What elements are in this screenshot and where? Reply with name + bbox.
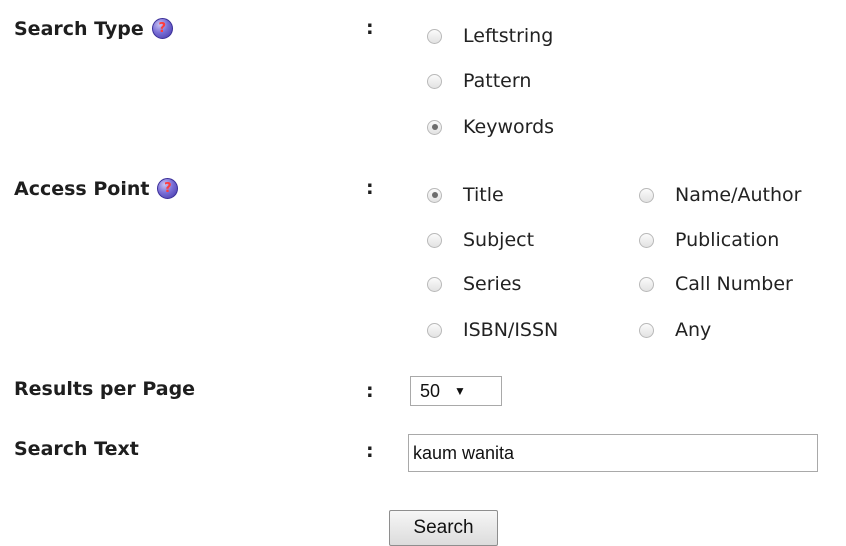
question-icon[interactable]: ? — [157, 178, 179, 199]
results-per-page-select[interactable]: 50 ▼ — [410, 376, 502, 406]
radio-publication-button[interactable] — [639, 232, 654, 248]
results-per-page-colon: : — [366, 380, 374, 402]
search-text-label: Search Text — [14, 438, 139, 460]
radio-keywords-button[interactable] — [427, 119, 442, 135]
radio-call-number-label: Call Number — [675, 273, 793, 295]
radio-title[interactable]: Title — [427, 183, 504, 207]
access-point-colon: : — [366, 177, 374, 199]
radio-call-number-button[interactable] — [639, 276, 654, 292]
radio-name-author[interactable]: Name/Author — [639, 183, 801, 207]
radio-any[interactable]: Any — [639, 318, 711, 342]
access-point-label-text: Access Point — [14, 178, 150, 200]
radio-series-button[interactable] — [427, 276, 442, 292]
search-type-label: Search Type? — [14, 17, 173, 41]
search-text-input[interactable] — [408, 434, 818, 472]
radio-leftstring-button[interactable] — [427, 28, 442, 44]
radio-isbn-issn-label: ISBN/ISSN — [463, 319, 559, 341]
chevron-down-icon: ▼ — [454, 384, 466, 398]
radio-keywords-label: Keywords — [463, 116, 555, 138]
radio-subject-button[interactable] — [427, 232, 442, 248]
access-point-label: Access Point? — [14, 177, 179, 201]
radio-publication[interactable]: Publication — [639, 228, 779, 252]
search-type-colon: : — [366, 17, 374, 39]
radio-any-button[interactable] — [639, 322, 654, 338]
radio-title-button[interactable] — [427, 187, 442, 203]
search-text-colon: : — [366, 440, 374, 462]
radio-keywords[interactable]: Keywords — [427, 115, 554, 139]
radio-leftstring[interactable]: Leftstring — [427, 24, 553, 48]
radio-pattern-label: Pattern — [463, 70, 532, 92]
radio-name-author-button[interactable] — [639, 187, 654, 203]
results-per-page-label: Results per Page — [14, 378, 196, 400]
radio-name-author-label: Name/Author — [675, 184, 802, 206]
radio-call-number[interactable]: Call Number — [639, 272, 793, 296]
radio-isbn-issn[interactable]: ISBN/ISSN — [427, 318, 558, 342]
question-icon[interactable]: ? — [151, 18, 173, 39]
results-per-page-value: 50 — [420, 380, 441, 401]
radio-publication-label: Publication — [675, 229, 780, 251]
search-type-label-text: Search Type — [14, 18, 144, 40]
radio-series-label: Series — [463, 273, 522, 295]
radio-pattern[interactable]: Pattern — [427, 69, 531, 93]
radio-pattern-button[interactable] — [427, 73, 442, 89]
radio-leftstring-label: Leftstring — [463, 25, 554, 47]
radio-any-label: Any — [675, 319, 712, 341]
radio-subject[interactable]: Subject — [427, 228, 534, 252]
radio-title-label: Title — [463, 184, 504, 206]
search-button[interactable]: Search — [389, 510, 498, 546]
radio-subject-label: Subject — [463, 229, 535, 251]
radio-isbn-issn-button[interactable] — [427, 322, 442, 338]
radio-series[interactable]: Series — [427, 272, 521, 296]
